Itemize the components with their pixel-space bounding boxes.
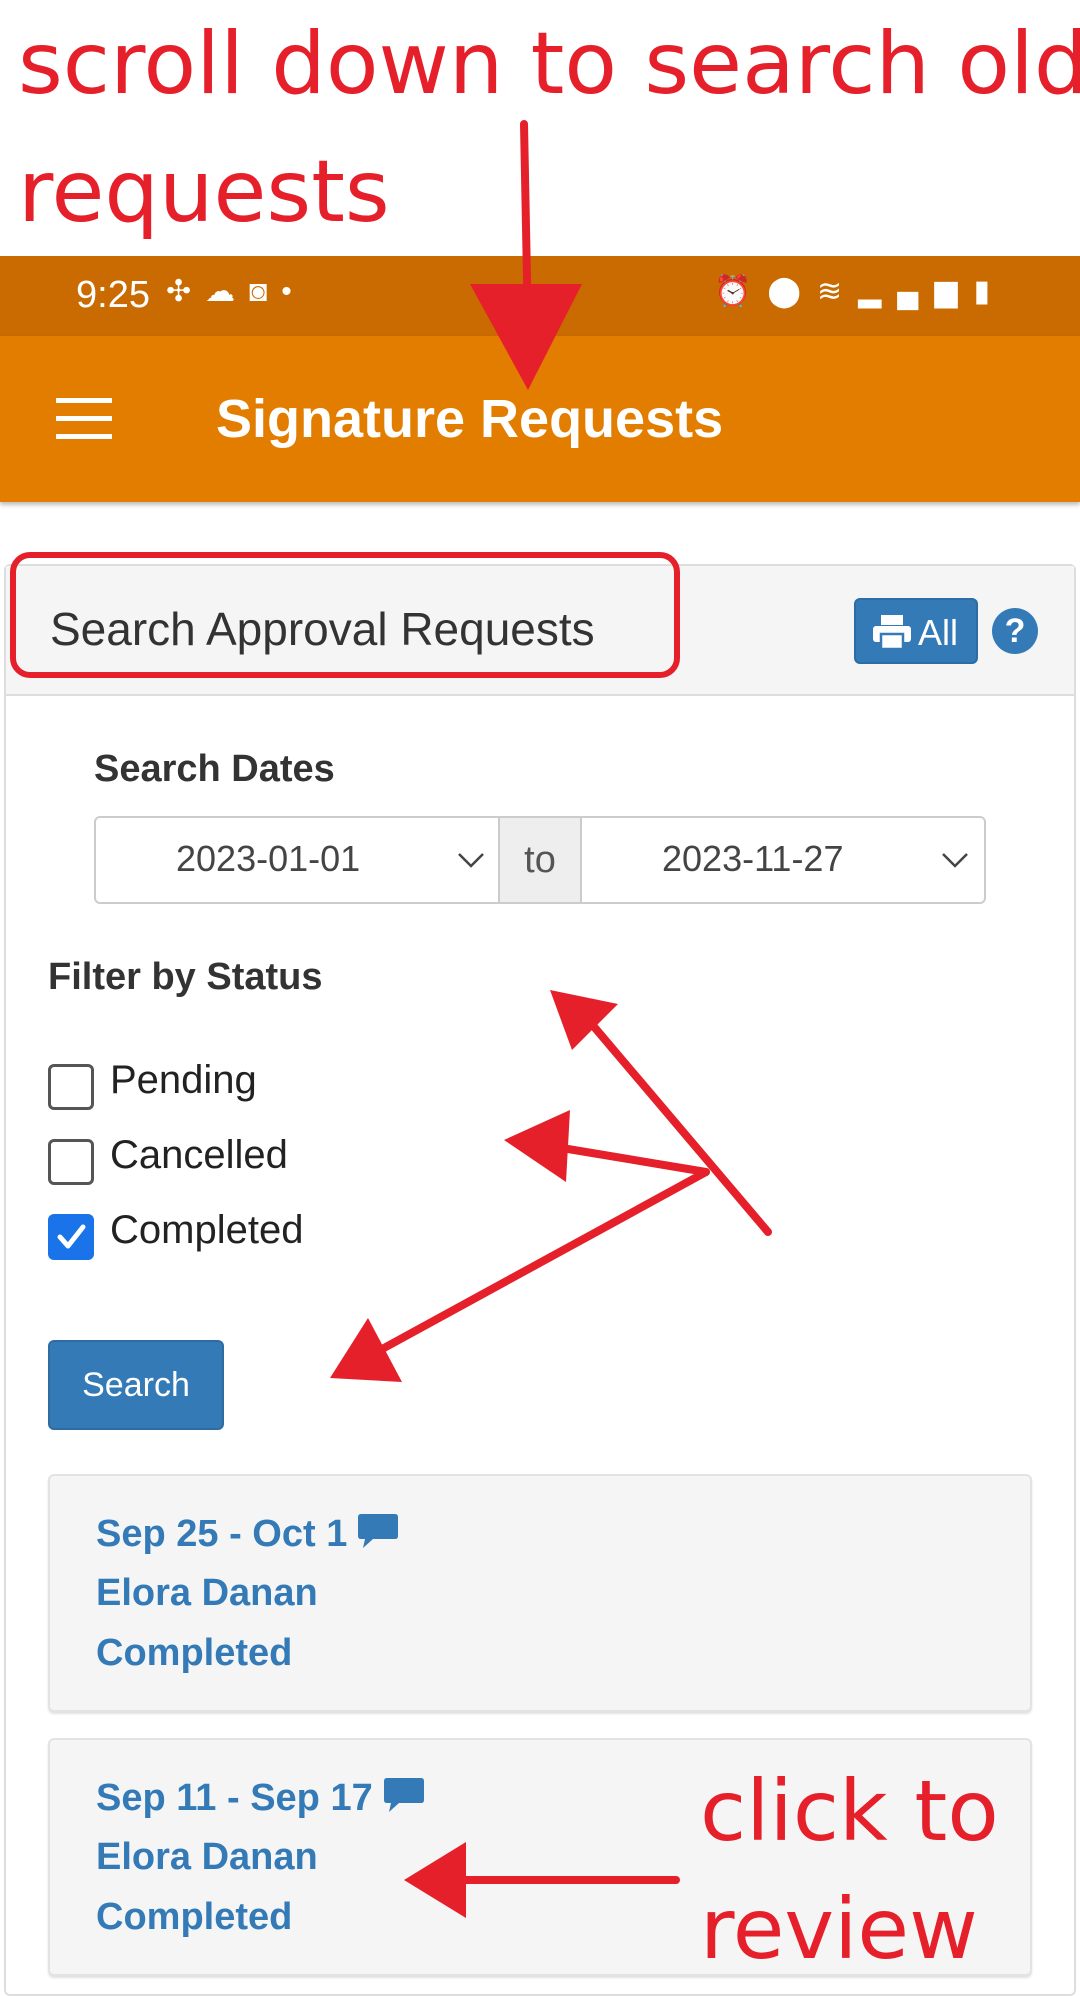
print-all-button[interactable]: All xyxy=(854,598,978,664)
panel-title: Search Approval Requests xyxy=(50,603,595,655)
status-bar: 9:25 ✣☁◙• ⏰⬤≋▂▄▆▮ xyxy=(0,256,1080,336)
to-date-select[interactable]: 2023-11-27 xyxy=(582,818,984,902)
completed-checkbox[interactable] xyxy=(48,1214,94,1260)
app-bar: Signature Requests xyxy=(0,336,1080,502)
annotation-line: scroll down to search old xyxy=(18,14,1080,114)
pending-label: Pending xyxy=(110,1058,257,1102)
annotation-scroll-instruction: scroll down to search old requests xyxy=(18,0,1080,256)
comment-icon xyxy=(383,1778,424,1812)
comment-icon xyxy=(358,1514,399,1548)
search-dates-label: Search Dates xyxy=(94,748,335,790)
from-date-value: 2023-01-01 xyxy=(176,838,361,879)
request-status[interactable]: Completed xyxy=(96,1632,292,1675)
annotation-click-to-review: click to review xyxy=(700,1752,999,1988)
dot-icon: • xyxy=(281,275,306,308)
request-name[interactable]: Elora Danan xyxy=(96,1572,318,1615)
filter-status-label: Filter by Status xyxy=(48,956,323,998)
help-icon[interactable]: ? xyxy=(992,608,1038,654)
completed-label: Completed xyxy=(110,1208,304,1252)
chevron-down-icon xyxy=(942,853,968,868)
annotation-line: requests xyxy=(18,142,390,242)
menu-icon[interactable] xyxy=(56,398,112,440)
app-title: Signature Requests xyxy=(216,389,724,449)
slack-icon: ✣ xyxy=(166,275,206,308)
panel-heading: Search Approval Requests All ? xyxy=(6,566,1074,696)
wifi-icon: ≋ xyxy=(816,275,859,308)
date-separator: to xyxy=(498,818,582,902)
printer-icon xyxy=(873,615,911,650)
pending-checkbox[interactable] xyxy=(48,1064,94,1110)
to-date-value: 2023-11-27 xyxy=(662,838,844,879)
battery-icon: ▮ xyxy=(973,275,1006,308)
request-dates-text: Sep 25 - Oct 1 xyxy=(96,1513,348,1555)
cancelled-checkbox[interactable] xyxy=(48,1139,94,1185)
chevron-down-icon xyxy=(458,853,484,868)
request-dates-text: Sep 11 - Sep 17 xyxy=(96,1777,373,1819)
clock-app-icon: ◙ xyxy=(249,275,282,308)
cancelled-label: Cancelled xyxy=(110,1133,288,1177)
request-dates[interactable]: Sep 25 - Oct 1 xyxy=(96,1512,399,1556)
print-all-label: All xyxy=(918,612,959,653)
status-time: 9:25 xyxy=(76,274,150,316)
from-date-select[interactable]: 2023-01-01 xyxy=(96,818,498,902)
checkmark-icon xyxy=(57,1224,86,1249)
request-name[interactable]: Elora Danan xyxy=(96,1836,318,1879)
search-button[interactable]: Search xyxy=(48,1340,224,1430)
location-icon: ⬤ xyxy=(767,275,817,308)
signal-icon: ▂▄▆ xyxy=(858,275,974,308)
annotation-line: review xyxy=(700,1880,978,1978)
alarm-icon: ⏰ xyxy=(714,275,768,308)
date-range-group: 2023-01-01 to 2023-11-27 xyxy=(94,816,986,904)
request-dates[interactable]: Sep 11 - Sep 17 xyxy=(96,1776,425,1820)
cloud-icon: ☁ xyxy=(205,275,250,308)
request-card[interactable]: Sep 25 - Oct 1 Elora Danan Completed xyxy=(48,1474,1032,1712)
system-icons: ⏰⬤≋▂▄▆▮ xyxy=(714,274,1006,309)
request-status[interactable]: Completed xyxy=(96,1896,292,1939)
notification-icons: ✣☁◙• xyxy=(166,274,306,309)
annotation-line: click to xyxy=(700,1762,999,1860)
